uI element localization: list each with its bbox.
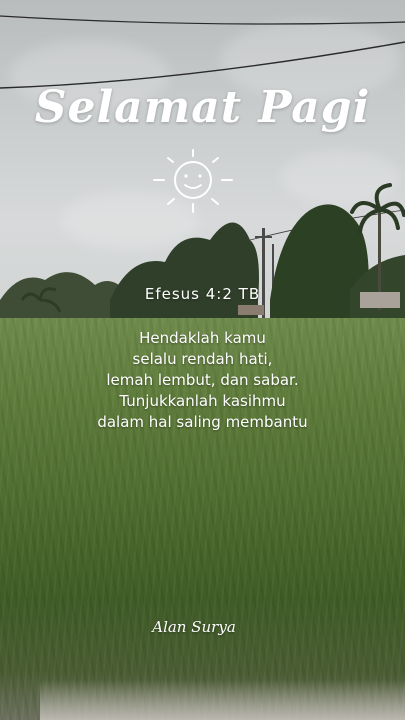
- verse-line: selalu rendah hati,: [132, 350, 273, 368]
- greeting-title: Selamat Pagi: [34, 82, 371, 133]
- greeting-card: Selamat Pagi Efesus 4:2 TB Hendaklah kam…: [0, 0, 405, 720]
- verse-line: dalam hal saling membantu: [97, 413, 308, 431]
- verse-line: Hendaklah kamu: [139, 329, 266, 347]
- verse-line: Tunjukkanlah kasihmu: [119, 392, 286, 410]
- author-signature: Alan Surya: [152, 618, 236, 636]
- verse-line: lemah lembut, dan sabar.: [106, 371, 299, 389]
- verse-reference: Efesus 4:2 TB: [144, 285, 261, 303]
- verse-text: Hendaklah kamu selalu rendah hati, lemah…: [40, 328, 365, 433]
- dirt-path: [40, 680, 405, 720]
- smiling-sun-icon: [153, 149, 233, 213]
